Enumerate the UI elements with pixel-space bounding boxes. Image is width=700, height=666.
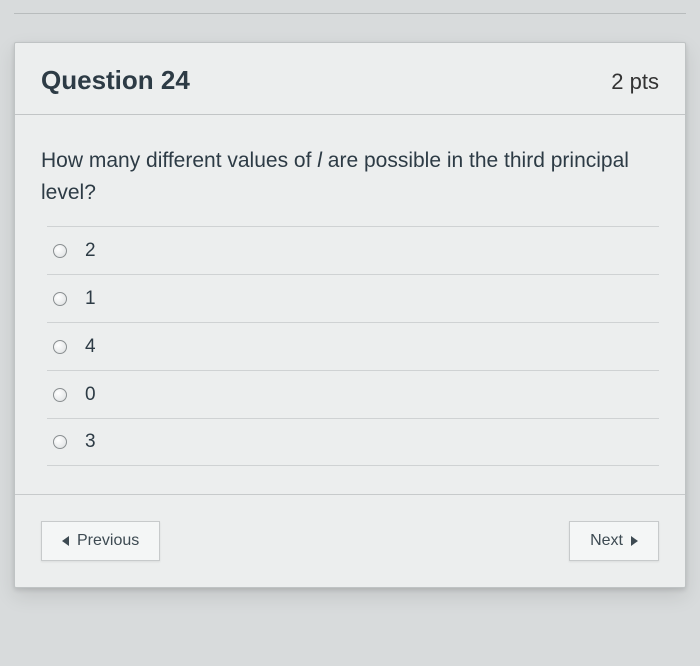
question-text: How many different values of l are possi… [41, 145, 659, 208]
option-label: 4 [85, 336, 96, 358]
caret-left-icon [62, 536, 69, 546]
next-button-label: Next [590, 532, 623, 550]
previous-button[interactable]: Previous [41, 521, 160, 561]
radio-icon[interactable] [53, 244, 67, 258]
question-body: How many different values of l are possi… [15, 115, 685, 494]
question-header: Question 24 2 pts [15, 43, 685, 115]
question-footer: Previous Next [15, 494, 685, 587]
option-label: 3 [85, 431, 96, 453]
radio-icon[interactable] [53, 388, 67, 402]
option-label: 1 [85, 288, 96, 310]
option-row[interactable]: 4 [47, 322, 659, 370]
options-list: 2 1 4 0 3 [47, 226, 659, 466]
option-row[interactable]: 0 [47, 370, 659, 418]
radio-icon[interactable] [53, 292, 67, 306]
option-row[interactable]: 3 [47, 418, 659, 466]
option-row[interactable]: 2 [47, 226, 659, 274]
question-title: Question 24 [41, 65, 190, 96]
option-label: 2 [85, 240, 96, 262]
question-points: 2 pts [611, 69, 659, 95]
option-label: 0 [85, 384, 96, 406]
radio-icon[interactable] [53, 340, 67, 354]
previous-button-label: Previous [77, 532, 139, 550]
question-card: Question 24 2 pts How many different val… [14, 42, 686, 588]
radio-icon[interactable] [53, 435, 67, 449]
caret-right-icon [631, 536, 638, 546]
option-row[interactable]: 1 [47, 274, 659, 322]
page-divider [14, 8, 686, 14]
question-text-part1: How many different values of [41, 149, 317, 172]
next-button[interactable]: Next [569, 521, 659, 561]
